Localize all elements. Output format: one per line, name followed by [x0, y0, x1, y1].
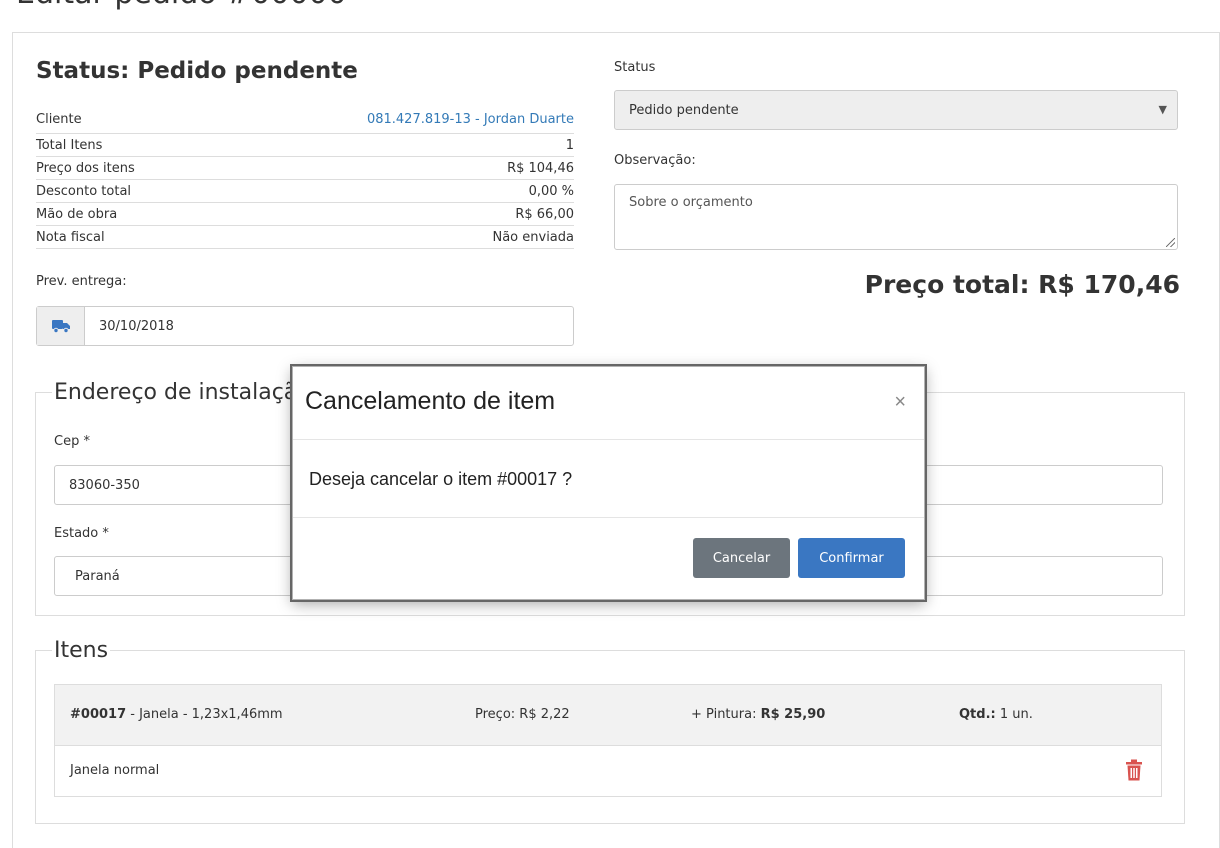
info-label: Mão de obra — [36, 207, 118, 222]
item-paint: + Pintura: R$ 25,90 — [691, 707, 825, 722]
paint-value: R$ 25,90 — [760, 707, 826, 722]
client-link[interactable]: 081.427.819-13 - Jordan Duarte — [367, 112, 574, 127]
cep-label: Cep * — [54, 434, 90, 449]
total-price: Preço total: R$ 170,46 — [864, 270, 1180, 299]
delivery-date-input[interactable]: 30/10/2018 — [36, 306, 574, 346]
modal-header: Cancelamento de item × — [293, 367, 924, 440]
info-value: 1 — [565, 138, 574, 153]
trash-icon[interactable] — [1125, 759, 1143, 781]
estado-label: Estado * — [54, 526, 109, 541]
estado-value: Paraná — [75, 568, 120, 584]
caret-down-icon: ▼ — [1158, 103, 1167, 116]
info-row-invoice: Nota fiscal Não enviada — [36, 227, 574, 249]
truck-icon — [37, 307, 85, 345]
status-select-value: Pedido pendente — [629, 102, 739, 118]
item-qty: Qtd.: 1 un. — [959, 707, 1033, 722]
qty-label: Qtd.: — [959, 707, 996, 722]
cancel-button[interactable]: Cancelar — [693, 538, 790, 578]
page-title: Editar pedido #00000 — [16, 0, 347, 11]
info-label: Nota fiscal — [36, 230, 105, 245]
qty-value: 1 un. — [995, 707, 1033, 722]
info-row-labor: Mão de obra R$ 66,00 — [36, 204, 574, 226]
items-legend: Itens — [54, 638, 109, 663]
observation-textarea[interactable]: Sobre o orçamento — [614, 184, 1178, 250]
item-code: #00017 — [70, 707, 127, 722]
modal-message: Deseja cancelar o item #00017 ? — [309, 469, 573, 489]
modal-title: Cancelamento de item — [305, 387, 556, 415]
order-info-table: Cliente 081.427.819-13 - Jordan Duarte T… — [36, 106, 574, 249]
delivery-label: Prev. entrega: — [36, 274, 127, 289]
info-row-discount: Desconto total 0,00 % — [36, 181, 574, 203]
info-row-total-items: Total Itens 1 — [36, 135, 574, 157]
item-price: Preço: R$ 2,22 — [475, 707, 570, 722]
info-label: Cliente — [36, 112, 82, 127]
delivery-date-value: 30/10/2018 — [99, 318, 174, 334]
item-body: Janela normal — [54, 745, 1162, 797]
item-name: - Janela - 1,23x1,46mm — [126, 707, 283, 722]
info-value: Não enviada — [492, 230, 574, 245]
paint-label: + Pintura: — [691, 707, 761, 722]
close-icon[interactable]: × — [894, 391, 906, 414]
info-value: R$ 66,00 — [515, 207, 574, 222]
info-label: Desconto total — [36, 184, 132, 199]
info-value: 0,00 % — [528, 184, 574, 199]
info-row-items-price: Preço dos itens R$ 104,46 — [36, 158, 574, 180]
address-legend: Endereço de instalação — [54, 380, 311, 405]
info-label: Total Itens — [36, 138, 103, 153]
observation-value: Sobre o orçamento — [629, 195, 753, 210]
status-field-label: Status — [614, 60, 656, 75]
status-heading: Status: Pedido pendente — [36, 58, 358, 84]
info-value: R$ 104,46 — [507, 161, 574, 176]
info-label: Preço dos itens — [36, 161, 135, 176]
confirm-button[interactable]: Confirmar — [798, 538, 905, 578]
item-description: Janela normal — [70, 763, 160, 778]
status-select[interactable]: Pedido pendente ▼ — [614, 90, 1178, 130]
item-title: #00017 - Janela - 1,23x1,46mm — [70, 707, 283, 722]
resize-handle-icon[interactable] — [1166, 238, 1175, 247]
cep-value: 83060-350 — [69, 477, 140, 493]
observation-label: Observação: — [614, 153, 696, 168]
modal-footer: Cancelar Confirmar — [293, 517, 924, 600]
info-row-client: Cliente 081.427.819-13 - Jordan Duarte — [36, 106, 574, 134]
item-header: #00017 - Janela - 1,23x1,46mm Preço: R$ … — [54, 684, 1162, 746]
cancel-item-modal: Cancelamento de item × Deseja cancelar o… — [292, 366, 925, 600]
